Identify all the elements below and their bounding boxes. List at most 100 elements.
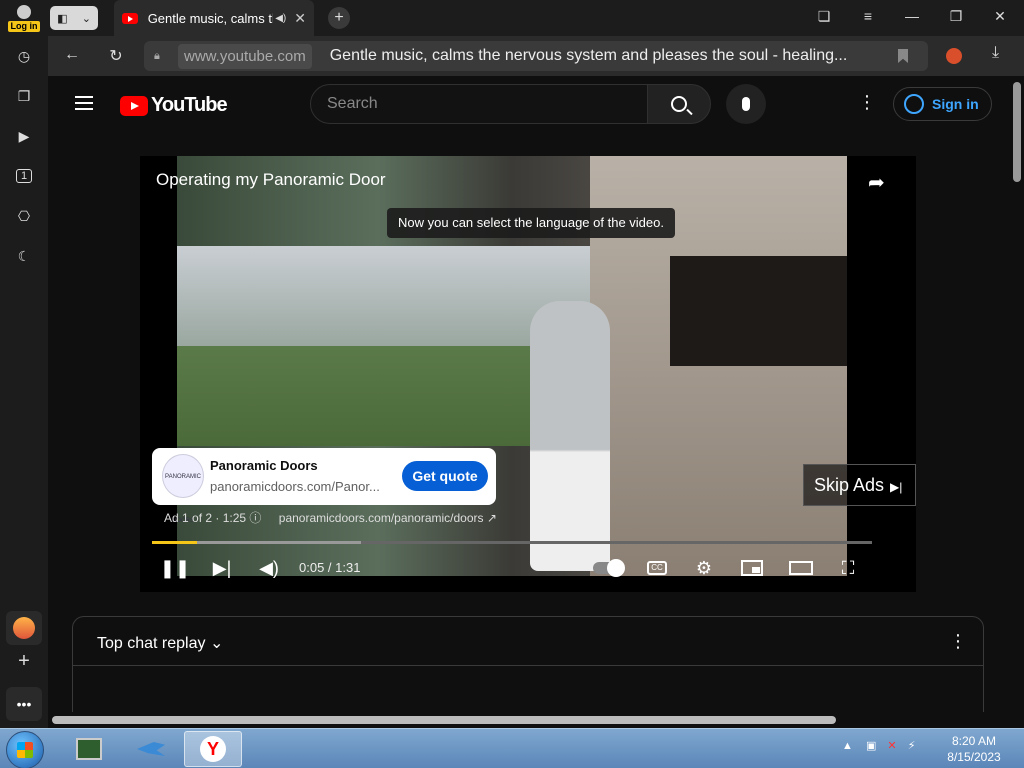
show-hidden-icons-icon[interactable]: ▲ — [842, 740, 853, 752]
tab-active[interactable]: Gentle music, calms the nervous system ◀… — [114, 0, 314, 36]
subtitles-icon[interactable]: CC — [645, 557, 669, 579]
monitor-icon — [76, 738, 102, 760]
chevron-down-icon: ⌄ — [209, 635, 224, 652]
video-scene-person — [530, 301, 610, 571]
settings-gear-icon[interactable]: ⚙ — [693, 557, 715, 579]
video-title[interactable]: Operating my Panoramic Door — [156, 170, 386, 190]
search-icon — [671, 96, 687, 112]
screenshot-icon[interactable]: ⎔ — [12, 204, 36, 228]
youtube-logo[interactable]: YouTube — [120, 94, 228, 117]
bookmarks-icon[interactable]: ❏ — [814, 8, 834, 25]
login-button[interactable]: Log in — [6, 3, 42, 33]
screen: Log in ◷ ❐ ▶ 1 ⎔ ☾ + ••• ◧ ⌄ Gentle musi… — [0, 0, 1024, 768]
address-bar: ← ↻ 🔒︎ www.youtube.com Gentle music, cal… — [48, 36, 1024, 76]
volume-icon[interactable]: ◀) — [258, 557, 280, 579]
vertical-scroll-thumb[interactable] — [1013, 82, 1021, 182]
close-tab-icon[interactable]: ✕ — [294, 10, 306, 27]
network-icon[interactable]: ▣ — [866, 740, 876, 752]
chat-menu-icon[interactable]: ⋮ — [949, 631, 967, 652]
video-player[interactable]: Operating my Panoramic Door ➦ Now you ca… — [140, 156, 916, 592]
alice-assistant-icon[interactable] — [6, 611, 42, 645]
windows-taskbar: Y ▲ ▣ ✕ ⚡ 8:20 AM 8/15/2023 — [0, 728, 1024, 768]
reload-icon[interactable]: ↻ — [106, 46, 126, 66]
login-label: Log in — [8, 21, 40, 32]
youtube-play-icon — [120, 95, 148, 116]
chat-replay-panel: Top chat replay ⌄ ⋮ — [72, 616, 984, 716]
extension-icon[interactable] — [946, 48, 962, 64]
ad-info: Ad 1 of 2 · 1:25 ⓘ panoramicdoors.com/pa… — [164, 509, 497, 526]
tab-group-button[interactable]: ◧ ⌄ — [50, 6, 98, 30]
search-button[interactable] — [647, 84, 711, 124]
add-icon[interactable]: + — [12, 649, 36, 673]
sign-in-label: Sign in — [932, 96, 979, 112]
skip-ads-label: Skip Ads — [814, 475, 885, 495]
collections-icon[interactable]: ❐ — [12, 84, 36, 108]
video-scene-cabinet — [670, 256, 847, 366]
ad-counter: Ad 1 of 2 · 1:25 — [164, 511, 247, 525]
chat-replay-title: Top chat replay — [97, 635, 206, 652]
get-quote-button[interactable]: Get quote — [402, 461, 488, 491]
clock-date: 8/15/2023 — [947, 750, 1001, 764]
settings-menu-icon[interactable]: ⋮ — [858, 92, 876, 113]
user-icon — [17, 5, 31, 19]
menu-icon[interactable]: ≡ — [858, 8, 878, 24]
night-mode-icon[interactable]: ☾ — [12, 244, 36, 268]
language-tooltip: Now you can select the language of the v… — [387, 208, 675, 238]
system-clock[interactable]: 8:20 AM 8/15/2023 — [940, 733, 1008, 765]
next-icon[interactable]: ▶| — [211, 557, 233, 579]
back-icon[interactable]: ← — [62, 46, 82, 64]
share-icon[interactable]: ➦ — [868, 170, 885, 195]
progress-bar[interactable] — [152, 541, 872, 544]
restore-icon[interactable]: ❐ — [946, 8, 966, 25]
minimize-icon[interactable]: — — [902, 8, 922, 24]
search-input[interactable]: Search — [310, 84, 648, 124]
download-icon[interactable]: ⤓ — [992, 44, 999, 62]
tab-bar: ◧ ⌄ Gentle music, calms the nervous syst… — [48, 0, 1024, 36]
close-icon[interactable]: ✕ — [990, 8, 1010, 25]
info-icon[interactable]: ⓘ — [249, 511, 261, 525]
youtube-header: YouTube Search ⋮ Sign in — [48, 76, 1010, 132]
ad-card[interactable]: PANORAMIC DOORS Panoramic Doors panorami… — [152, 448, 496, 524]
skip-ads-button[interactable]: Skip Ads ▶| — [803, 464, 916, 506]
pause-icon[interactable]: ❚❚ — [160, 557, 190, 579]
theater-mode-icon[interactable] — [788, 557, 814, 579]
horizontal-scrollbar[interactable] — [48, 712, 1010, 728]
fullscreen-icon[interactable]: ⛶ — [837, 557, 859, 579]
power-icon[interactable]: ⚡ — [908, 740, 916, 752]
windows-logo-icon — [17, 742, 33, 758]
speaker-icon[interactable]: ◀) — [275, 13, 286, 24]
history-icon[interactable]: ◷ — [12, 44, 36, 68]
microphone-icon — [742, 97, 750, 111]
video-icon[interactable]: ▶ — [12, 124, 36, 148]
more-icon[interactable]: ••• — [6, 687, 42, 721]
ad-link[interactable]: panoramicdoors.com/panoramic/doors — [279, 511, 484, 525]
miniplayer-icon[interactable] — [740, 557, 764, 579]
advertiser-name: Panoramic Doors — [210, 458, 318, 473]
chevron-down-icon: ⌄ — [81, 12, 91, 25]
progress-played — [152, 541, 198, 544]
new-tab-button[interactable]: + — [328, 7, 350, 29]
sound-muted-icon[interactable]: ✕ — [887, 740, 896, 752]
yandex-browser-icon: Y — [200, 736, 226, 762]
vertical-scrollbar[interactable] — [1010, 76, 1024, 716]
time-display: 0:05 / 1:31 — [299, 560, 361, 575]
autoplay-toggle[interactable] — [590, 557, 626, 579]
speaker-icon: ◧ — [57, 12, 68, 25]
voice-search-button[interactable] — [726, 84, 766, 124]
taskbar-app-bird[interactable] — [122, 731, 180, 767]
sign-in-button[interactable]: Sign in — [893, 87, 992, 121]
hamburger-menu-icon[interactable] — [75, 96, 93, 110]
taskbar-app-monitor[interactable] — [60, 731, 118, 767]
start-button[interactable] — [6, 731, 44, 768]
url-domain: www.youtube.com — [178, 43, 312, 69]
tab-title: Gentle music, calms the nervous system — [147, 10, 274, 26]
external-link-icon: ↗ — [486, 511, 497, 525]
account-icon — [904, 94, 924, 114]
taskbar-app-yandex[interactable]: Y — [184, 731, 242, 767]
chat-replay-dropdown[interactable]: Top chat replay ⌄ — [97, 633, 223, 653]
skip-next-icon: ▶| — [890, 480, 903, 494]
logo-text: YouTube — [151, 94, 228, 116]
one-icon[interactable]: 1 — [12, 164, 36, 188]
horizontal-scroll-thumb[interactable] — [52, 716, 836, 724]
url-field[interactable]: 🔒︎ www.youtube.com Gentle music, calms t… — [144, 41, 928, 71]
